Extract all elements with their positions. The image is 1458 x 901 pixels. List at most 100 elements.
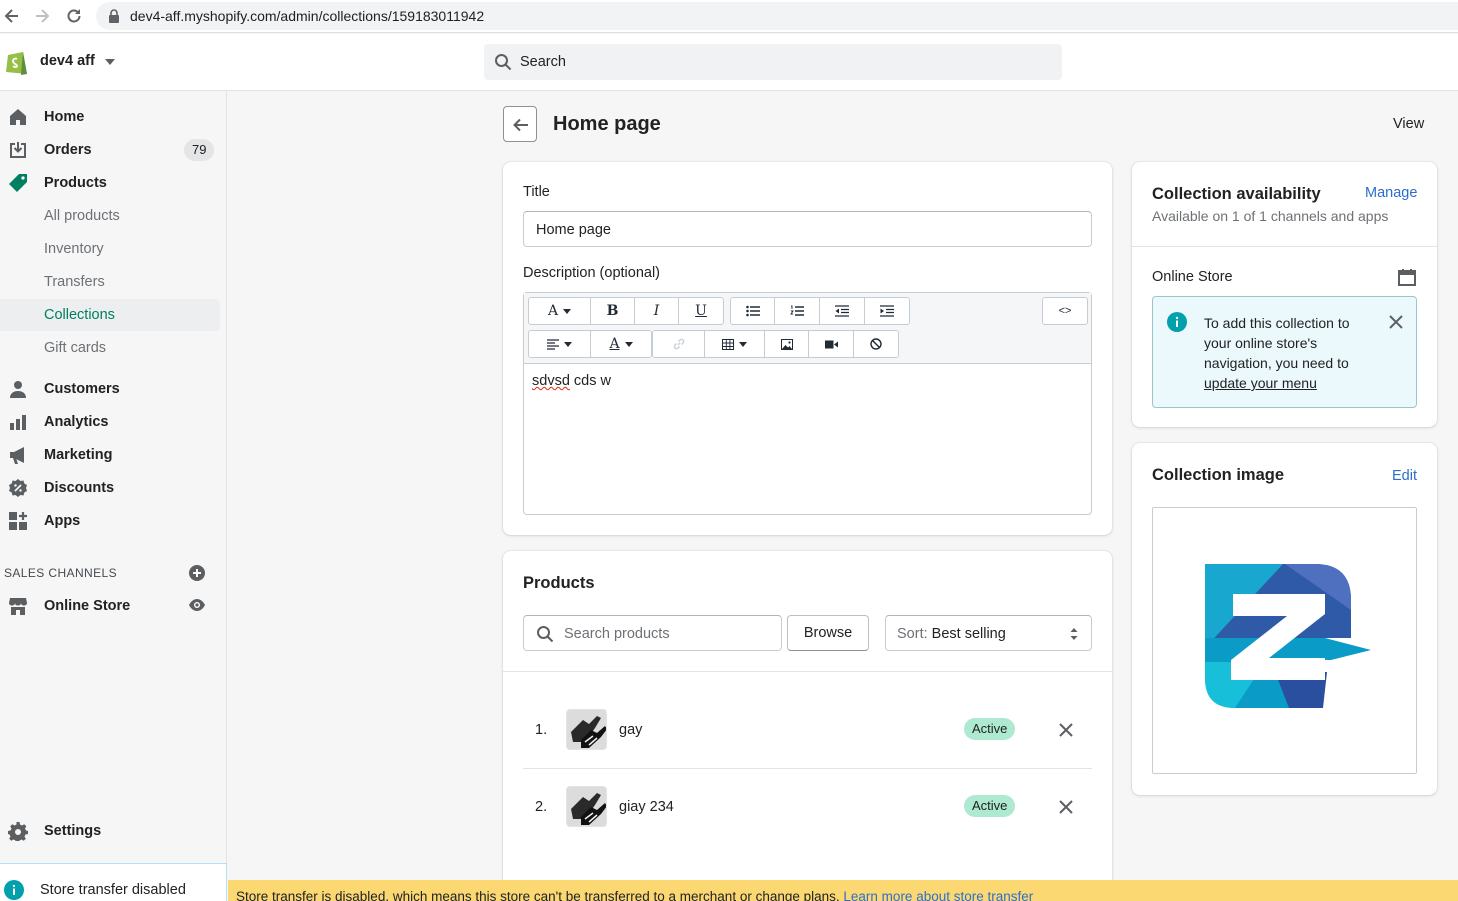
- view-link[interactable]: View: [1393, 116, 1424, 132]
- sort-select[interactable]: Sort: Best selling: [885, 615, 1092, 651]
- table-row[interactable]: 2. giay 234 Active: [523, 768, 1092, 845]
- store-transfer-banner: Store transfer is disabled, which means …: [228, 880, 1458, 901]
- html-toggle-button[interactable]: <>: [1043, 298, 1087, 324]
- italic-button[interactable]: I: [635, 298, 679, 324]
- sidebar-subitem-transfers[interactable]: Transfers: [0, 266, 220, 298]
- product-name[interactable]: giay 234: [619, 799, 674, 815]
- product-name[interactable]: gay: [619, 722, 642, 738]
- sidebar-item-orders[interactable]: Orders 79: [0, 134, 220, 166]
- align-dropdown[interactable]: [529, 331, 591, 357]
- sidebar-subitem-inventory[interactable]: Inventory: [0, 233, 220, 265]
- subitem-label: Inventory: [44, 241, 104, 257]
- sort-label: Sort: Best selling: [897, 626, 1006, 642]
- link-icon[interactable]: [653, 331, 705, 357]
- toolbar-group-html: <>: [1042, 297, 1088, 325]
- font-style-dropdown[interactable]: A: [529, 298, 591, 324]
- close-icon[interactable]: [1058, 722, 1074, 738]
- forward-arrow-icon[interactable]: [32, 6, 52, 26]
- collection-availability-card: Collection availability Manage Available…: [1132, 162, 1437, 427]
- numbered-list-icon[interactable]: [775, 298, 820, 324]
- admin-topbar: dev4 aff Search: [0, 34, 1458, 91]
- availability-subtitle: Available on 1 of 1 channels and apps: [1152, 208, 1389, 224]
- collection-details-card: Title Home page Description (optional) A…: [503, 162, 1112, 535]
- sidebar-item-apps[interactable]: Apps: [0, 505, 220, 537]
- browser-toolbar: dev4-aff.myshopify.com/admin/collections…: [0, 0, 1458, 33]
- store-transfer-notice[interactable]: Store transfer disabled: [0, 863, 227, 901]
- sidebar-subitem-all-products[interactable]: All products: [0, 200, 220, 232]
- store-name[interactable]: dev4 aff: [40, 53, 95, 69]
- text-color-dropdown[interactable]: A: [591, 331, 651, 357]
- global-search-input[interactable]: Search: [484, 44, 1062, 80]
- divider: [503, 671, 1112, 672]
- table-dropdown[interactable]: [705, 331, 765, 357]
- info-icon: [1167, 312, 1187, 332]
- sidebar-item-customers[interactable]: Customers: [0, 373, 220, 405]
- products-card: Products Search products Browse Sort: Be…: [503, 551, 1112, 891]
- subitem-label: All products: [44, 208, 120, 224]
- chevron-down-icon[interactable]: [105, 59, 115, 65]
- address-bar[interactable]: dev4-aff.myshopify.com/admin/collections…: [96, 2, 1458, 30]
- marketing-icon: [8, 445, 28, 465]
- products-icon: [8, 173, 28, 193]
- row-number: 1.: [535, 722, 548, 738]
- back-arrow-icon[interactable]: [2, 6, 22, 26]
- clear-formatting-icon[interactable]: [854, 331, 898, 357]
- availability-heading: Collection availability: [1152, 185, 1321, 203]
- sidebar-item-discounts[interactable]: Discounts: [0, 472, 220, 504]
- collection-image[interactable]: [1152, 507, 1417, 774]
- underline-button[interactable]: U: [679, 298, 723, 324]
- search-products-input[interactable]: Search products: [523, 615, 782, 651]
- banner-message: To add this collection to your online st…: [1204, 313, 1374, 393]
- sort-value: Best selling: [931, 626, 1006, 642]
- eye-icon[interactable]: [188, 598, 206, 612]
- sidebar-item-label: Analytics: [44, 414, 109, 430]
- description-editor: A B I U <> A sdvsd cds w: [523, 292, 1092, 515]
- status-badge: Active: [964, 718, 1016, 740]
- sidebar-item-home[interactable]: Home: [0, 101, 220, 133]
- video-icon[interactable]: [809, 331, 854, 357]
- search-products-placeholder: Search products: [564, 626, 670, 642]
- toolbar-group-format: A: [528, 330, 652, 358]
- browse-button[interactable]: Browse: [787, 615, 869, 651]
- sidebar-item-settings[interactable]: Settings: [0, 815, 220, 847]
- table-row[interactable]: 1. gay Active: [523, 691, 1092, 768]
- sidebar-item-products[interactable]: Products: [0, 167, 220, 199]
- edit-link[interactable]: Edit: [1392, 468, 1417, 484]
- search-icon: [494, 53, 512, 71]
- orders-count-badge: 79: [184, 139, 215, 161]
- toolbar-group-insert: [652, 330, 899, 358]
- update-menu-link[interactable]: update your menu: [1204, 375, 1317, 391]
- add-circle-icon[interactable]: [188, 564, 206, 582]
- editor-content[interactable]: sdvsd cds w: [532, 373, 611, 389]
- gear-icon: [8, 821, 28, 841]
- arrow-left-icon: [513, 118, 528, 132]
- sidebar-subitem-gift-cards[interactable]: Gift cards: [0, 332, 220, 364]
- customers-icon: [8, 379, 28, 399]
- sidebar-item-label: Customers: [44, 381, 120, 397]
- sidebar-item-label: Orders: [44, 142, 92, 158]
- calendar-icon[interactable]: [1398, 268, 1416, 286]
- close-icon[interactable]: [1058, 799, 1074, 815]
- bullet-list-icon[interactable]: [731, 298, 775, 324]
- search-placeholder: Search: [520, 54, 566, 70]
- sidebar-item-marketing[interactable]: Marketing: [0, 439, 220, 471]
- products-heading: Products: [523, 574, 595, 592]
- reload-icon[interactable]: [64, 6, 84, 26]
- sidebar-item-label: Discounts: [44, 480, 115, 496]
- sidebar-item-online-store[interactable]: Online Store: [0, 590, 220, 622]
- title-input[interactable]: Home page: [523, 211, 1092, 247]
- manage-link[interactable]: Manage: [1365, 185, 1417, 201]
- back-button[interactable]: [503, 106, 537, 142]
- sidebar-item-label: Apps: [44, 513, 81, 529]
- sidebar-subitem-collections[interactable]: Collections: [0, 299, 220, 331]
- image-icon[interactable]: [765, 331, 809, 357]
- sidebar-item-analytics[interactable]: Analytics: [0, 406, 220, 438]
- bold-button[interactable]: B: [591, 298, 635, 324]
- status-badge: Active: [964, 795, 1016, 817]
- sidebar-item-label: Products: [44, 175, 107, 191]
- toolbar-group-lists: [730, 297, 910, 325]
- close-icon[interactable]: [1389, 315, 1403, 329]
- outdent-icon[interactable]: [820, 298, 865, 324]
- indent-icon[interactable]: [865, 298, 909, 324]
- learn-more-link[interactable]: Learn more about store transfer: [843, 889, 1033, 901]
